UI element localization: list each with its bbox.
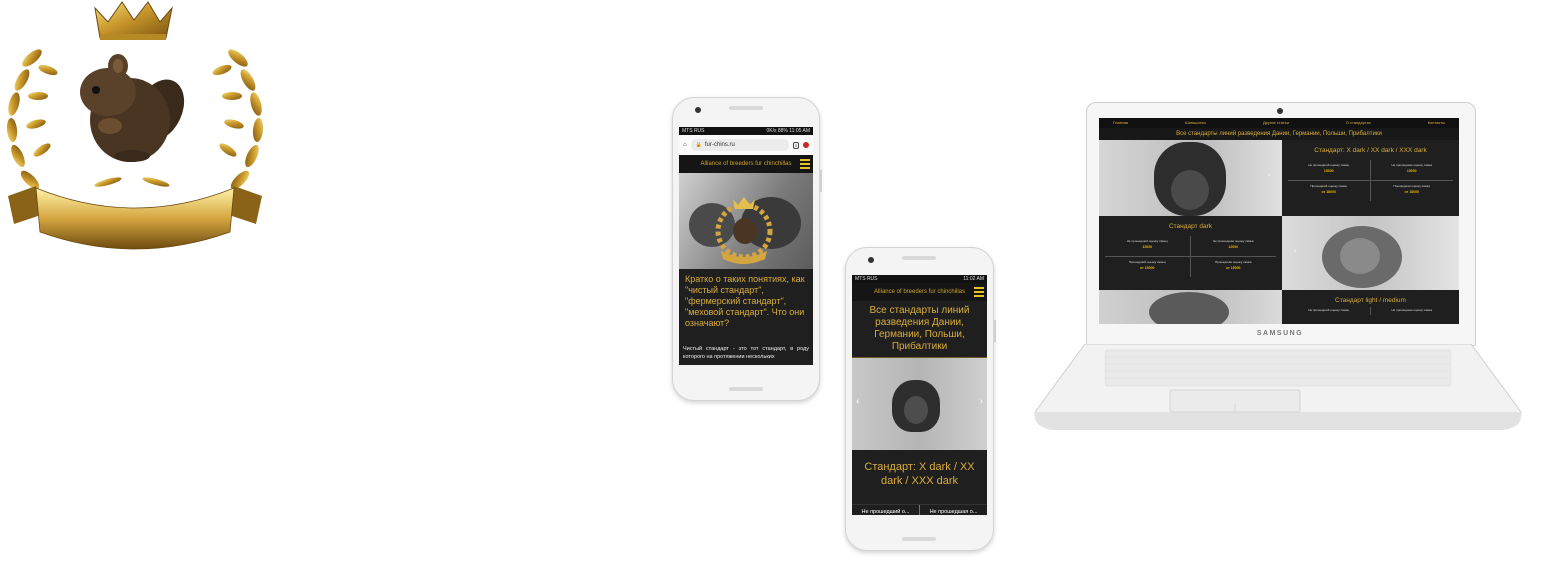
page-banner: Все стандарты линий разведения Дании, Ге… — [1099, 128, 1459, 140]
price-cell: Не прошедший оценку самец 12000 — [1105, 236, 1191, 257]
article-body: Чистый стандарт - это тот стандарт, в ро… — [683, 346, 809, 360]
laptop-base — [1034, 344, 1522, 430]
carrier-label: MTS RUS — [682, 128, 705, 134]
address-bar[interactable]: 🔒 fur-chins.ru — [690, 139, 789, 151]
standards-grid: › Стандарт: X dark / XX dark / XXX dark … — [1099, 140, 1459, 324]
brand-label: SAMSUNG — [1256, 330, 1304, 337]
nav-item-standards[interactable]: О стандартах — [1346, 118, 1371, 128]
nav-item-chinchillas[interactable]: Шиншиллы — [1185, 118, 1206, 128]
carrier-label: MTS RUS — [855, 276, 878, 282]
image-slider: ‹ › — [852, 358, 987, 450]
phone-screen: MTS RUS 11:02 AM Alliance of breeders fu… — [852, 275, 987, 515]
keyboard[interactable] — [1104, 349, 1452, 387]
crown-icon — [94, 1, 173, 40]
price-cell: Не прошедшая оценку самка — [1391, 308, 1433, 312]
menu-icon[interactable] — [800, 159, 810, 169]
price-tabs: Не прошедший о... Не прошедшая о... — [852, 504, 987, 515]
chinchilla-icon — [80, 54, 185, 162]
tab-female[interactable]: Не прошедшая о... — [920, 505, 987, 515]
photo-dark: ‹ — [1282, 216, 1459, 290]
card-xdark: Стандарт: X dark / XX dark / XXX dark Не… — [1282, 140, 1459, 216]
top-nav: Главная Шиншиллы Другие статьи О стандар… — [1099, 118, 1459, 128]
price-cell: Прошедший оценку самец от 15000 — [1105, 257, 1191, 277]
price-cell: Прошедшая оценку самка от 18000 — [1393, 184, 1430, 194]
menu-dot-icon[interactable] — [803, 142, 809, 148]
price-cell: Прошедшая оценку самка от 15000 — [1215, 260, 1252, 270]
front-camera-icon — [868, 257, 874, 263]
browser-toolbar: ⌂ 🔒 fur-chins.ru 3 — [679, 135, 813, 155]
nav-item-home[interactable]: Главная — [1113, 118, 1128, 128]
bottom-speaker — [729, 387, 763, 391]
site-header: Alliance of breeders fur chinchillas — [679, 155, 813, 173]
speaker-grille — [729, 106, 763, 110]
menu-icon[interactable] — [974, 287, 984, 297]
lock-icon: 🔒 — [695, 142, 702, 148]
card-light: Стандарт light / medium Не прошедший оце… — [1282, 290, 1459, 324]
site-title: Alliance of breeders fur chinchillas — [873, 289, 966, 295]
card-title: Стандарт light / medium — [1335, 297, 1406, 304]
site-header: Alliance of breeders fur chinchillas — [852, 283, 987, 301]
card-title: Стандарт dark — [1168, 223, 1213, 230]
arrow-left-icon[interactable]: ‹ — [856, 396, 859, 407]
price-table: Не прошедший оценку самец 15000 Не прошед… — [1288, 160, 1453, 201]
volume-button — [820, 170, 822, 192]
photo-xdark: › — [1099, 140, 1282, 216]
card-title: Стандарт: X dark / XX dark / XXX dark — [1314, 147, 1427, 154]
webcam-icon — [1277, 108, 1283, 114]
page-heading: Все стандарты линий разведения Дании, Ге… — [852, 301, 987, 358]
arrow-right-icon[interactable]: › — [1268, 172, 1270, 179]
article-heading: Кратко о таких понятиях, как "чистый ста… — [685, 274, 805, 328]
section-title: Стандарт: X dark / XX dark / XXX dark — [864, 461, 975, 487]
price-cell: Не прошедшая оценку самка 15000 — [1370, 160, 1453, 181]
price-table: Не прошедший оценку самец Не прошедшая о… — [1288, 307, 1453, 315]
price-cell: Не прошедшая оценку самка 12000 — [1190, 236, 1276, 257]
tab-male[interactable]: Не прошедший о... — [852, 505, 920, 515]
laptop-screen: Главная Шиншиллы Другие статьи О стандар… — [1099, 118, 1459, 324]
status-right: 11:02 AM — [963, 276, 984, 282]
price-cell: Не прошедший оценку самец 15000 — [1288, 160, 1371, 181]
logo-small-icon — [715, 197, 773, 264]
speaker-grille — [902, 256, 936, 260]
card-dark: Стандарт dark Не прошедший оценку самец 1… — [1099, 216, 1282, 290]
nav-item-articles[interactable]: Другие статьи — [1263, 118, 1289, 128]
bottom-speaker — [902, 537, 936, 541]
nav-item-contacts[interactable]: Контакты — [1428, 118, 1445, 128]
phone-screen: MTS RUS 0K/s 88% 11:05 AM ⌂ 🔒 fur-chins.… — [679, 127, 813, 365]
price-cell: Не прошедший оценку самец — [1288, 307, 1371, 315]
phone-mockup-1: MTS RUS 0K/s 88% 11:05 AM ⌂ 🔒 fur-chins.… — [672, 97, 822, 401]
tabs-icon[interactable]: 3 — [792, 141, 799, 149]
hero-image — [679, 173, 813, 269]
home-icon[interactable]: ⌂ — [683, 142, 687, 148]
status-bar: MTS RUS 0K/s 88% 11:05 AM — [679, 127, 813, 135]
photo-light — [1099, 290, 1282, 324]
site-title: Alliance of breeders fur chinchillas — [700, 161, 792, 167]
arrow-left-icon[interactable]: ‹ — [1294, 248, 1296, 255]
price-cell: Прошедший оценку самец от 18000 — [1288, 181, 1371, 201]
status-bar: MTS RUS 11:02 AM — [852, 275, 987, 283]
front-camera-icon — [695, 107, 701, 113]
volume-button — [994, 320, 996, 342]
url-text: fur-chins.ru — [704, 142, 735, 148]
arrow-right-icon[interactable]: › — [980, 396, 983, 407]
phone-mockup-2: MTS RUS 11:02 AM Alliance of breeders fu… — [845, 247, 996, 551]
price-table: Не прошедший оценку самец 12000 Не прошед… — [1105, 236, 1276, 277]
logo-emblem — [6, 1, 264, 250]
status-right: 0K/s 88% 11:05 AM — [766, 128, 810, 134]
ribbon-banner-icon — [8, 186, 262, 250]
